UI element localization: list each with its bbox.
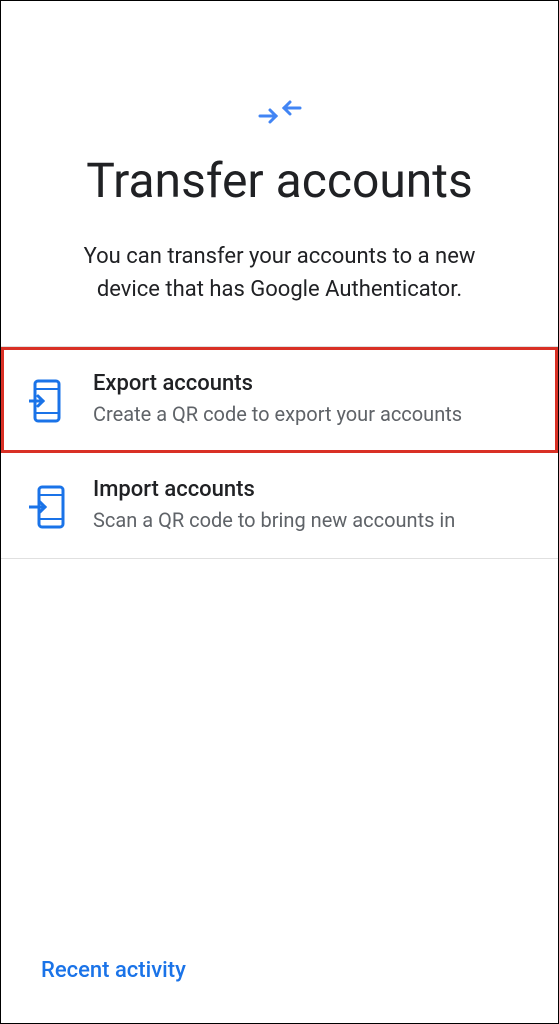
import-subtitle: Scan a QR code to bring new accounts in xyxy=(93,506,530,534)
transfer-arrows-icon xyxy=(256,96,304,132)
export-title: Export accounts xyxy=(93,371,530,396)
import-title: Import accounts xyxy=(93,477,530,502)
recent-activity-link[interactable]: Recent activity xyxy=(41,958,186,983)
page-title: Transfer accounts xyxy=(1,152,558,210)
export-icon xyxy=(29,379,65,427)
export-subtitle: Create a QR code to export your accounts xyxy=(93,400,530,428)
import-accounts-option[interactable]: Import accounts Scan a QR code to bring … xyxy=(1,453,558,559)
export-accounts-option[interactable]: Export accounts Create a QR code to expo… xyxy=(1,347,558,453)
import-icon xyxy=(29,485,65,533)
options-list: Export accounts Create a QR code to expo… xyxy=(1,346,558,559)
page-description: You can transfer your accounts to a new … xyxy=(1,210,558,346)
